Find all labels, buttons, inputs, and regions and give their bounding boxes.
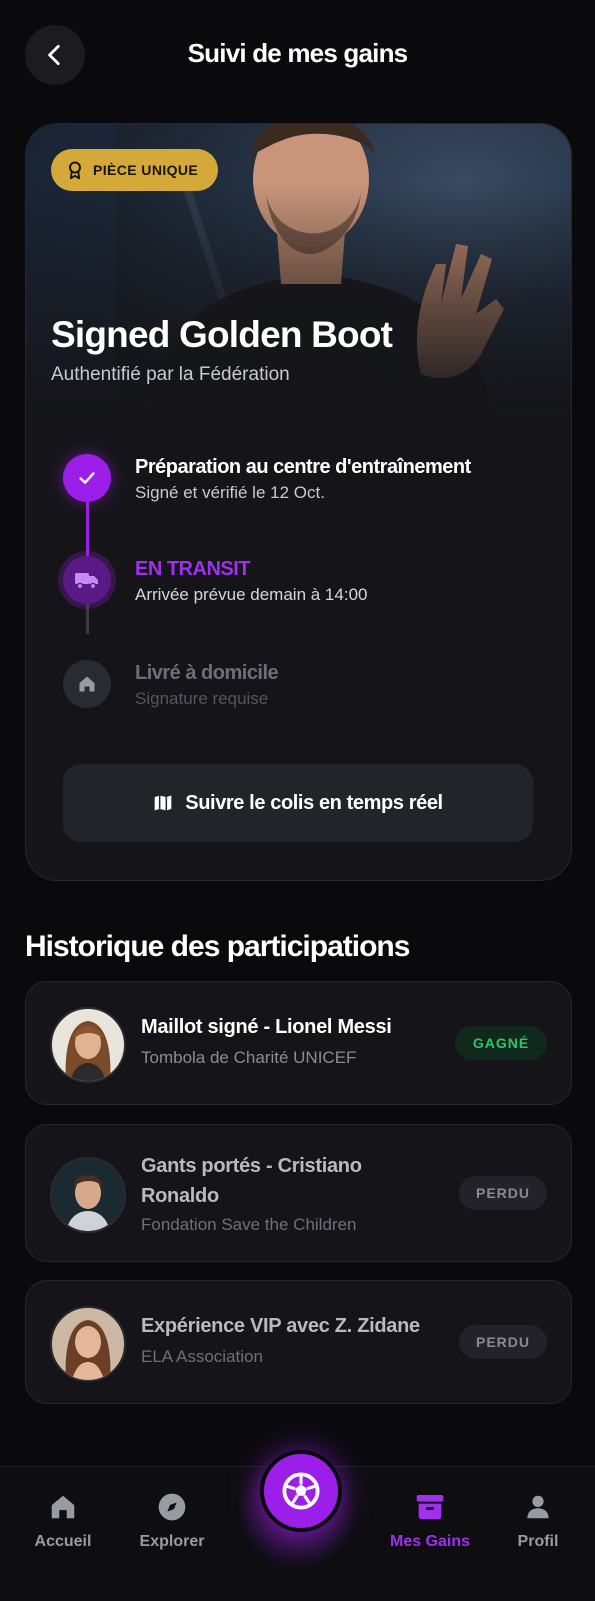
avatar [50, 1007, 126, 1083]
prize-tracking-card: PIÈCE UNIQUE Signed Golden Boot Authenti… [25, 123, 572, 881]
avatar [50, 1306, 126, 1382]
prize-subtitle: Authentifié par la Fédération [51, 364, 290, 385]
nav-item-explore[interactable]: Explorer [122, 1487, 222, 1551]
truck-icon [75, 573, 98, 590]
nav-label: Mes Gains [389, 1533, 471, 1550]
soccer-ball-icon [282, 1472, 320, 1510]
page-title: Suivi de mes gains [187, 38, 409, 68]
check-icon [79, 472, 95, 484]
timeline-step-transit: EN TRANSIT Arrivée prévue demain à 14:00 [63, 556, 543, 616]
step-description: Signé et vérifié le 12 Oct. [135, 483, 325, 502]
step-title: Préparation au centre d'entraînement [135, 456, 471, 478]
history-entry[interactable]: Expérience VIP avec Z. Zidane ELA Associ… [25, 1280, 572, 1404]
entry-title: Maillot signé - Lionel Messi [141, 1016, 392, 1038]
status-badge-won: GAGNÉ [455, 1026, 547, 1060]
entry-title-line-2: Ronaldo [141, 1185, 219, 1207]
history-section-title: Historique des participations [25, 930, 410, 963]
person-icon [527, 1495, 549, 1519]
entry-title-line-1: Gants portés - Cristiano [141, 1155, 362, 1177]
history-entry[interactable]: Maillot signé - Lionel Messi Tombola de … [25, 981, 572, 1105]
nav-item-my-winnings[interactable]: Mes Gains [380, 1487, 480, 1551]
step-active-indicator [63, 556, 111, 604]
prize-title: Signed Golden Boot [51, 314, 393, 355]
entry-title: Expérience VIP avec Z. Zidane [141, 1315, 420, 1337]
avatar [50, 1157, 126, 1233]
timeline-step-preparation: Préparation au centre d'entraînement Sig… [63, 454, 543, 514]
home-icon [51, 1495, 75, 1519]
unique-piece-badge: PIÈCE UNIQUE [51, 149, 219, 191]
archive-icon [416, 1495, 444, 1519]
step-description: Signature requise [135, 689, 269, 708]
track-package-button[interactable]: Suivre le colis en temps réel [63, 764, 533, 842]
center-play-button[interactable] [260, 1450, 342, 1532]
step-pending-indicator [63, 660, 111, 708]
nav-label: Accueil [34, 1533, 92, 1550]
step-title: Livré à domicile [135, 662, 279, 684]
step-description: Arrivée prévue demain à 14:00 [135, 585, 368, 604]
nav-label: Profil [517, 1533, 559, 1550]
step-done-indicator [63, 454, 111, 502]
entry-organization: Fondation Save the Children [141, 1215, 357, 1234]
badge-label: PIÈCE UNIQUE [93, 162, 199, 178]
nav-item-home[interactable]: Accueil [13, 1487, 113, 1551]
track-button-label: Suivre le colis en temps réel [185, 791, 443, 814]
compass-icon [158, 1493, 186, 1521]
map-icon [154, 795, 172, 811]
entry-organization: Tombola de Charité UNICEF [141, 1048, 357, 1067]
history-entry[interactable]: Gants portés - Cristiano Ronaldo Fondati… [25, 1124, 572, 1262]
step-title: EN TRANSIT [135, 558, 251, 580]
status-badge-lost: PERDU [459, 1176, 547, 1210]
home-icon [79, 676, 95, 692]
medal-icon [69, 161, 81, 180]
entry-organization: ELA Association [141, 1347, 263, 1366]
status-badge-lost: PERDU [459, 1325, 547, 1359]
timeline-step-delivered: Livré à domicile Signature requise [63, 660, 543, 720]
app-header: Suivi de mes gains [0, 0, 595, 110]
nav-label: Explorer [139, 1533, 205, 1550]
nav-item-profile[interactable]: Profil [488, 1487, 588, 1551]
